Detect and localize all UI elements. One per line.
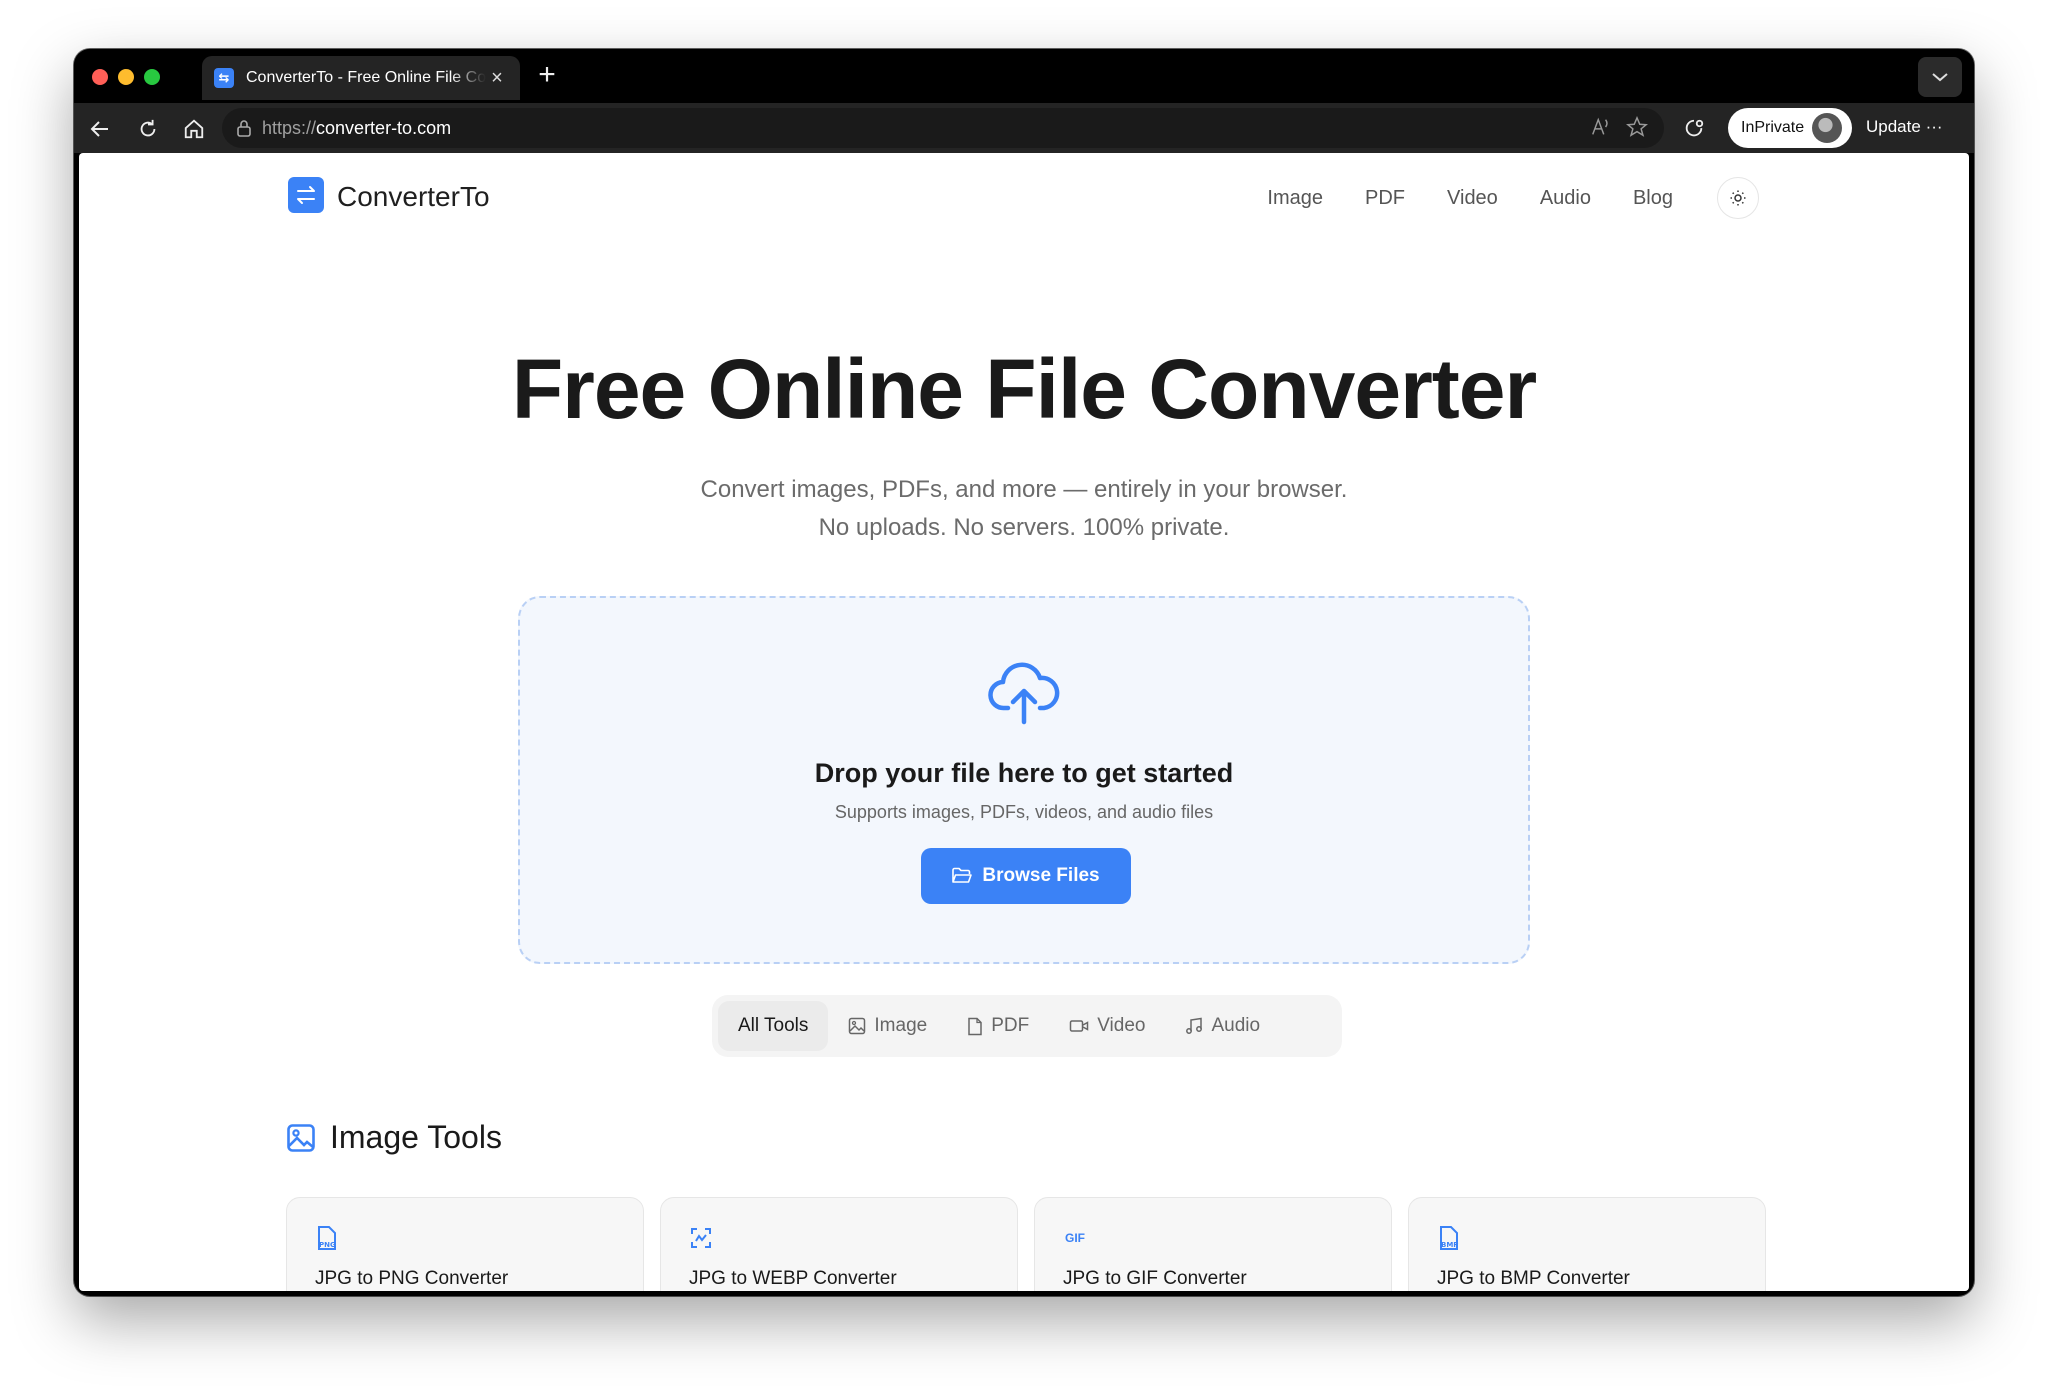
section-title: Image Tools bbox=[330, 1119, 502, 1155]
hero-subtitle-line-1: Convert images, PDFs, and more — entirel… bbox=[700, 476, 1348, 503]
tab-title: ConverterTo - Free Online File Converter bbox=[246, 69, 486, 86]
profile-avatar bbox=[1812, 113, 1843, 143]
tab-favicon-icon: ⇆ bbox=[214, 68, 234, 88]
lock-icon bbox=[237, 120, 251, 137]
browse-files-label: Browse Files bbox=[982, 865, 1100, 886]
video-camera-icon bbox=[1069, 1020, 1089, 1032]
tool-card-title: JPG to PNG Converter bbox=[315, 1268, 509, 1289]
address-bar[interactable]: https:// converter-to.com bbox=[222, 108, 1664, 148]
filter-tab-pdf[interactable]: PDF bbox=[947, 1001, 1049, 1051]
cloud-upload-icon bbox=[988, 662, 1060, 725]
browser-window: ⇆ ConverterTo - Free Online File Convert… bbox=[74, 49, 1974, 1296]
theme-toggle-button[interactable] bbox=[1717, 177, 1759, 219]
nav-blog[interactable]: Blog bbox=[1633, 179, 1673, 217]
reload-icon bbox=[140, 119, 156, 137]
hero-subtitle-line-2: No uploads. No servers. 100% private. bbox=[818, 514, 1230, 541]
logo-icon[interactable] bbox=[288, 177, 324, 213]
folder-open-icon bbox=[952, 867, 973, 883]
svg-text:BMP: BMP bbox=[1441, 1241, 1458, 1249]
update-label: Update bbox=[1866, 117, 1921, 136]
tool-card-jpg-to-gif[interactable]: GIF JPG to GIF Converter bbox=[1034, 1197, 1392, 1291]
read-aloud-icon bbox=[1592, 117, 1608, 135]
inprivate-button[interactable]: InPrivate bbox=[1728, 108, 1852, 148]
svg-text:PNG: PNG bbox=[319, 1241, 336, 1249]
filter-tab-image[interactable]: Image bbox=[828, 1001, 947, 1051]
more-menu-icon[interactable]: ··· bbox=[1926, 117, 1943, 136]
sun-icon bbox=[1730, 190, 1746, 206]
browser-tab[interactable]: ⇆ ConverterTo - Free Online File Convert… bbox=[202, 56, 520, 100]
nav-audio[interactable]: Audio bbox=[1540, 179, 1591, 217]
category-filter: All Tools Image PDF Video Audio bbox=[712, 995, 1342, 1057]
tab-strip: ⇆ ConverterTo - Free Online File Convert… bbox=[74, 49, 1974, 103]
hero-title: Free Online File Converter bbox=[511, 342, 1537, 436]
minimize-window-button[interactable] bbox=[118, 69, 134, 85]
gif-badge: GIF bbox=[1065, 1231, 1085, 1245]
extensions-button[interactable] bbox=[1678, 113, 1710, 145]
webp-convert-icon bbox=[687, 1224, 715, 1252]
pdf-file-icon bbox=[968, 1017, 982, 1035]
back-button[interactable] bbox=[84, 113, 116, 145]
inprivate-label: InPrivate bbox=[1741, 119, 1805, 136]
tool-card-title: JPG to WEBP Converter bbox=[689, 1268, 897, 1289]
page-viewport: ConverterTo Image PDF Video Audio Blog F… bbox=[79, 153, 1969, 1291]
puzzle-icon bbox=[1685, 119, 1704, 137]
filter-tab-audio[interactable]: Audio bbox=[1165, 1001, 1280, 1051]
gif-icon: GIF bbox=[1061, 1224, 1089, 1252]
music-note-icon bbox=[1186, 1017, 1203, 1034]
new-tab-button[interactable]: + bbox=[532, 60, 562, 91]
tool-card-jpg-to-bmp[interactable]: BMP JPG to BMP Converter bbox=[1408, 1197, 1766, 1291]
tool-card-jpg-to-webp[interactable]: JPG to WEBP Converter bbox=[660, 1197, 1018, 1291]
dropzone-title: Drop your file here to get started bbox=[814, 758, 1234, 788]
reload-button[interactable] bbox=[132, 113, 164, 145]
image-icon bbox=[849, 1017, 866, 1035]
maximize-window-button[interactable] bbox=[144, 69, 160, 85]
chevron-down-icon bbox=[1932, 73, 1948, 82]
filter-label: All Tools bbox=[738, 1015, 809, 1036]
close-window-button[interactable] bbox=[92, 69, 108, 85]
png-file-icon: PNG bbox=[313, 1224, 341, 1252]
file-dropzone[interactable]: Drop your file here to get started Suppo… bbox=[518, 596, 1530, 964]
site-header: ConverterTo Image PDF Video Audio Blog bbox=[79, 153, 1969, 237]
filter-label: Image bbox=[874, 1015, 928, 1036]
bmp-file-icon: BMP bbox=[1435, 1224, 1463, 1252]
url-host: converter-to.com bbox=[316, 117, 452, 138]
image-section-icon bbox=[287, 1123, 315, 1152]
tool-card-list: PNG JPG to PNG Converter JPG to WEBP Con… bbox=[286, 1197, 1766, 1291]
browse-files-button[interactable]: Browse Files bbox=[921, 848, 1131, 904]
hero-subtitle: Convert images, PDFs, and more — entirel… bbox=[79, 471, 1969, 547]
close-tab-icon[interactable]: × bbox=[486, 67, 508, 90]
main-nav: Image PDF Video Audio Blog bbox=[1225, 177, 1759, 219]
update-button[interactable]: Update ··· bbox=[1866, 117, 1943, 137]
filter-label: Audio bbox=[1211, 1015, 1261, 1036]
browser-toolbar: https:// converter-to.com InPrivate Upda… bbox=[74, 103, 1974, 153]
home-button[interactable] bbox=[178, 113, 210, 145]
filter-tab-all-tools[interactable]: All Tools bbox=[718, 1001, 829, 1051]
tool-card-jpg-to-png[interactable]: PNG JPG to PNG Converter bbox=[286, 1197, 644, 1291]
nav-video[interactable]: Video bbox=[1447, 179, 1498, 217]
home-icon bbox=[184, 119, 204, 139]
url-scheme: https:// bbox=[262, 117, 317, 138]
back-arrow-icon bbox=[90, 121, 108, 137]
tool-card-title: JPG to BMP Converter bbox=[1437, 1268, 1630, 1289]
image-tools-heading: Image Tools bbox=[286, 1119, 502, 1156]
tab-list-button[interactable] bbox=[1918, 57, 1962, 97]
logo-text[interactable]: ConverterTo bbox=[337, 181, 490, 213]
filter-label: Video bbox=[1097, 1015, 1146, 1036]
dropzone-subtitle: Supports images, PDFs, videos, and audio… bbox=[834, 802, 1214, 822]
filter-tab-video[interactable]: Video bbox=[1049, 1001, 1165, 1051]
favorite-star-icon bbox=[1626, 116, 1648, 137]
filter-label: PDF bbox=[991, 1015, 1030, 1036]
nav-pdf[interactable]: PDF bbox=[1365, 179, 1405, 217]
tool-card-title: JPG to GIF Converter bbox=[1063, 1268, 1247, 1289]
nav-image[interactable]: Image bbox=[1267, 179, 1323, 217]
